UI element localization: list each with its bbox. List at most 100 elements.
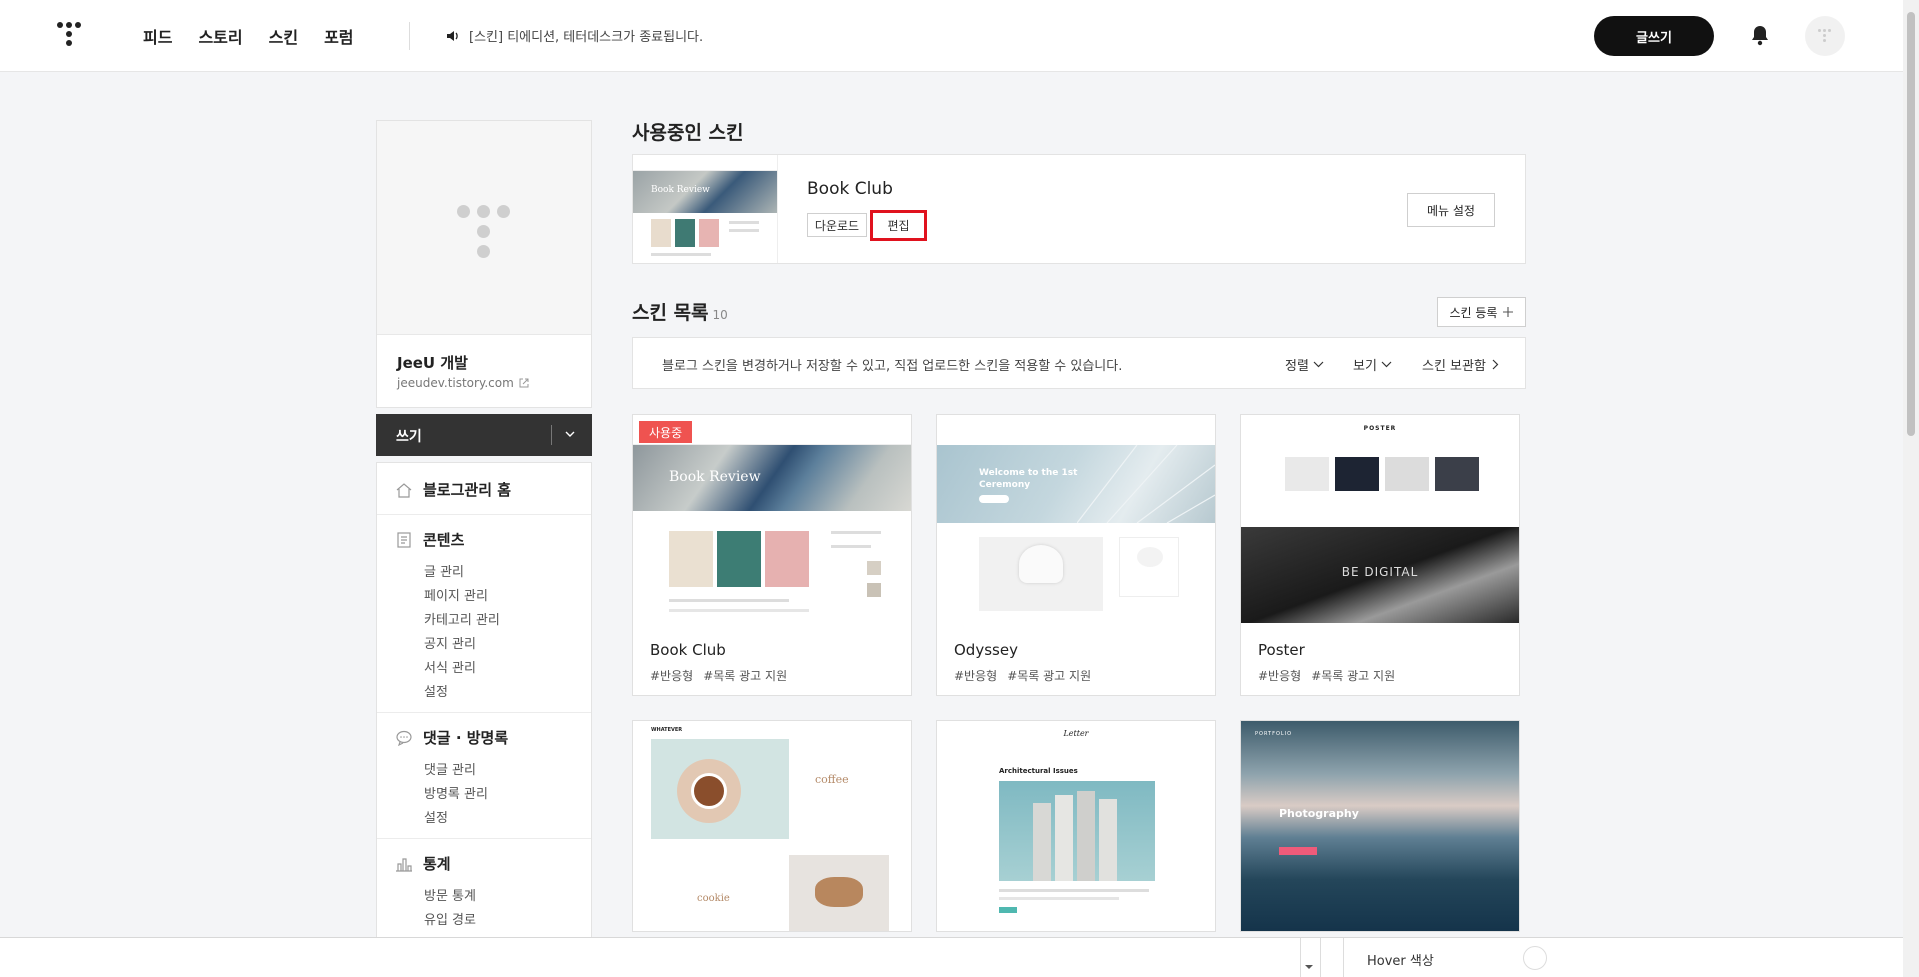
current-skin-thumbnail[interactable]: Book Review: [633, 155, 778, 263]
hover-color-label: Hover 색상: [1367, 954, 1434, 969]
notice-link[interactable]: [스킨] 티에디션, 테터데스크가 종료됩니다.: [445, 26, 703, 45]
sidebar-write-label: 쓰기: [396, 429, 422, 445]
sidebar-item-guestbook-manage[interactable]: 방명록 관리: [424, 783, 488, 802]
sidebar-item-referrers[interactable]: 유입 경로: [424, 909, 476, 928]
tistory-logo-icon[interactable]: [57, 22, 87, 52]
sidebar-item-content[interactable]: 콘텐츠: [395, 529, 464, 550]
skin-thumbnail[interactable]: Welcome to the 1st Ceremony: [937, 415, 1215, 623]
skin-thumb-subtitle: cookie: [697, 893, 730, 904]
skin-list-description: 블로그 스킨을 변경하거나 저장할 수 있고, 직접 업로드한 스킨을 적용할 …: [662, 359, 1123, 374]
current-skin-heading: 사용중인 스킨: [632, 122, 744, 144]
download-button[interactable]: 다운로드: [807, 213, 867, 237]
sidebar-item-stats[interactable]: 통계: [395, 853, 451, 874]
skin-thumb-brand: POSTER: [1363, 425, 1397, 432]
skin-thumb-title: Welcome to the 1st Ceremony: [979, 468, 1078, 490]
in-use-badge: 사용중: [639, 421, 693, 443]
edit-skin-button[interactable]: 편집: [870, 210, 927, 241]
skin-thumbnail[interactable]: Book Review: [633, 415, 911, 623]
register-skin-label: 스킨 등록: [1449, 305, 1498, 320]
skin-card-book-club[interactable]: 사용중 Book Review Book Club #반응형 #목록 광고 지원: [632, 414, 912, 696]
sidebar-item-visit-stats[interactable]: 방문 통계: [424, 885, 476, 904]
skin-name: Odyssey: [954, 641, 1018, 659]
view-label: 보기: [1353, 359, 1377, 374]
skin-thumb-title: coffee: [815, 773, 849, 786]
current-skin-thumb-title: Book Review: [651, 185, 710, 195]
skin-thumb-title: Architectural Issues: [999, 767, 1078, 775]
sidebar-item-pages[interactable]: 페이지 관리: [424, 585, 488, 604]
current-skin-name: Book Club: [807, 179, 893, 199]
menu-settings-button[interactable]: 메뉴 설정: [1407, 193, 1495, 227]
blog-url-link[interactable]: jeeudev.tistory.com: [397, 376, 530, 390]
skin-card-odyssey[interactable]: Welcome to the 1st Ceremony Odyssey #반응형…: [936, 414, 1216, 696]
skin-storage-label: 스킨 보관함: [1422, 359, 1486, 374]
skin-thumb-title: Book Review: [669, 469, 761, 485]
nav-feed[interactable]: 피드: [143, 24, 172, 48]
divider: [1343, 938, 1344, 977]
hover-color-swatch[interactable]: [1523, 946, 1547, 970]
write-post-button[interactable]: 글쓰기: [1594, 16, 1714, 56]
skin-thumbnail[interactable]: PORTFOLIO Photography: [1241, 721, 1519, 931]
nav-story[interactable]: 스토리: [198, 24, 242, 48]
skin-thumb-title: BE DIGITAL: [1341, 565, 1419, 579]
skin-thumbnail[interactable]: POSTER BE DIGITAL: [1241, 415, 1519, 623]
current-skin-card: Book Review Book Club 다운로드 편집 메뉴 설정: [632, 154, 1526, 264]
skin-tags: #반응형 #목록 광고 지원: [954, 667, 1091, 684]
chart-icon: [396, 857, 412, 872]
sidebar-section-content: 콘텐츠 글 관리 페이지 관리 카테고리 관리 공지 관리 서식 관리 설정: [377, 515, 591, 713]
tag-ad-support: #목록 광고 지원: [1311, 669, 1396, 683]
nav-forum[interactable]: 포럼: [324, 24, 353, 48]
sidebar-write-dropdown[interactable]: 쓰기: [376, 414, 592, 456]
sidebar-item-comment-manage[interactable]: 댓글 관리: [424, 759, 476, 778]
top-navigation-bar: 피드 스토리 스킨 포럼 [스킨] 티에디션, 테터데스크가 종료됩니다. 글쓰…: [0, 0, 1903, 72]
divider: [551, 425, 552, 445]
register-skin-button[interactable]: 스킨 등록: [1437, 297, 1526, 327]
speaker-icon: [447, 30, 458, 41]
tag-ad-support: #목록 광고 지원: [703, 669, 788, 683]
skin-thumb-brand: PORTFOLIO: [1255, 731, 1293, 737]
skin-storage-link[interactable]: 스킨 보관함: [1422, 355, 1501, 374]
blog-profile-card: JeeU 개발 jeeudev.tistory.com: [376, 120, 592, 408]
tag-ad-support: #목록 광고 지원: [1007, 669, 1092, 683]
main-nav: 피드 스토리 스킨 포럼: [143, 24, 354, 48]
chevron-down-icon: [1313, 361, 1324, 368]
chevron-down-icon[interactable]: [562, 426, 578, 442]
sidebar-item-comments[interactable]: 댓글 · 방명록: [395, 727, 508, 748]
skin-name: Book Club: [650, 641, 726, 659]
nav-skin[interactable]: 스킨: [269, 24, 298, 48]
page-scrollbar[interactable]: [1903, 0, 1919, 977]
sidebar-item-templates[interactable]: 서식 관리: [424, 657, 476, 676]
bell-icon[interactable]: [1750, 24, 1770, 46]
skin-tags: #반응형 #목록 광고 지원: [650, 667, 787, 684]
skin-thumbnail[interactable]: WHATEVER coffee cookie: [633, 721, 911, 931]
skin-thumb-brand: WHATEVER: [651, 727, 683, 733]
blog-profile-image[interactable]: [377, 121, 591, 335]
scrollbar-thumb[interactable]: [1907, 12, 1915, 436]
sidebar-item-notices[interactable]: 공지 관리: [424, 633, 476, 652]
user-avatar[interactable]: [1805, 16, 1845, 56]
sidebar-section-comments: 댓글 · 방명록 댓글 관리 방명록 관리 설정: [377, 713, 591, 839]
skin-card-portfolio[interactable]: PORTFOLIO Photography: [1240, 720, 1520, 932]
view-dropdown[interactable]: 보기: [1353, 355, 1392, 374]
skin-tags: #반응형 #목록 광고 지원: [1258, 667, 1395, 684]
skin-card-letter[interactable]: Letter Architectural Issues: [936, 720, 1216, 932]
skin-thumb-title: Photography: [1279, 807, 1359, 820]
sidebar-menu: 블로그관리 홈 콘텐츠 글 관리 페이지 관리 카테고리 관리 공지 관리 서식…: [376, 462, 592, 977]
sidebar-item-content-settings[interactable]: 설정: [424, 681, 448, 700]
chevron-right-icon: [1492, 359, 1499, 370]
sidebar-item-home[interactable]: 블로그관리 홈: [395, 479, 511, 500]
sidebar-item-comment-settings[interactable]: 설정: [424, 807, 448, 826]
sidebar-home-label: 블로그관리 홈: [423, 481, 512, 499]
blog-url-text: jeeudev.tistory.com: [397, 376, 514, 390]
sidebar-item-posts[interactable]: 글 관리: [424, 561, 464, 580]
blog-name[interactable]: JeeU 개발: [397, 352, 468, 373]
scroll-down-arrow-icon[interactable]: [1303, 961, 1315, 973]
sidebar-item-categories[interactable]: 카테고리 관리: [424, 609, 500, 628]
home-icon: [396, 482, 412, 498]
skin-thumbnail[interactable]: Letter Architectural Issues: [937, 721, 1215, 931]
skin-card-whatever[interactable]: WHATEVER coffee cookie: [632, 720, 912, 932]
skin-card-poster[interactable]: POSTER BE DIGITAL Poster #반응형 #목록 광고 지원: [1240, 414, 1520, 696]
sidebar-comments-label: 댓글 · 방명록: [423, 729, 509, 747]
sort-label: 정렬: [1285, 359, 1309, 374]
sort-dropdown[interactable]: 정렬: [1285, 355, 1324, 374]
devtools-panel-strip: Hover 색상: [0, 937, 1903, 977]
